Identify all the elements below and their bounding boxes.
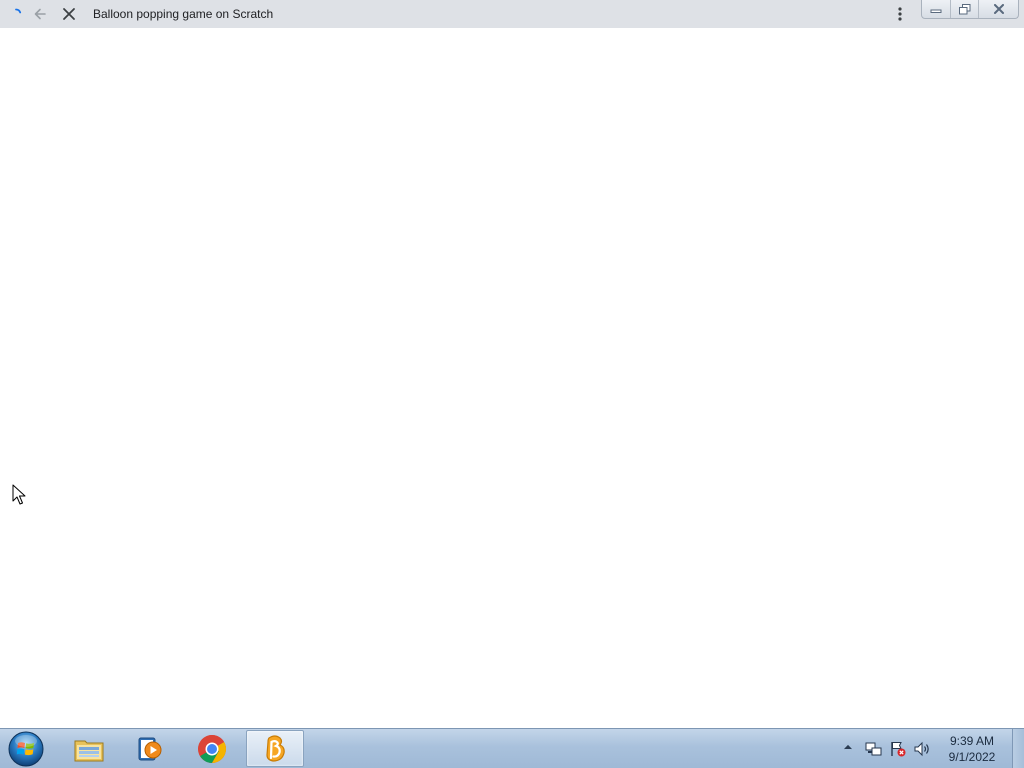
chrome-icon [198, 734, 226, 763]
network-icon [865, 742, 882, 756]
close-x-icon [63, 8, 75, 20]
network-tray-icon[interactable] [865, 740, 883, 758]
taskbar-chrome-button[interactable] [183, 730, 241, 767]
media-player-icon [138, 737, 162, 760]
minimize-icon [930, 9, 942, 13]
speaker-icon [914, 741, 929, 757]
volume-tray-icon[interactable] [913, 740, 931, 758]
scratch-icon [266, 734, 285, 762]
show-hidden-icons-button[interactable] [843, 742, 853, 752]
start-button[interactable] [6, 730, 46, 768]
close-icon [993, 4, 1004, 14]
close-window-button[interactable] [978, 0, 1018, 18]
arrow-left-icon [34, 8, 46, 20]
page-title: Balloon popping game on Scratch [93, 7, 274, 21]
web-content-area[interactable] [0, 28, 1024, 728]
action-center-tray-icon[interactable] [889, 740, 907, 758]
action-center-flag-icon [891, 742, 906, 757]
minimize-button[interactable] [922, 0, 950, 18]
clock-date: 9/1/2022 [948, 750, 996, 764]
loading-spinner-icon [6, 0, 26, 28]
app-title-bar: Balloon popping game on Scratch [0, 0, 1024, 28]
taskbar-explorer-button[interactable] [60, 730, 118, 767]
taskbar-media-player-button[interactable] [120, 730, 178, 767]
windows-orb-icon [8, 731, 44, 767]
desktop-screen: Balloon popping game on Scratch 9:39 AM … [0, 0, 1024, 768]
clock-time: 9:39 AM [949, 734, 995, 748]
taskbar: 9:39 AM 9/1/2022 [0, 728, 1024, 768]
stop-loading-button[interactable] [57, 0, 81, 28]
back-button[interactable] [28, 0, 52, 28]
vertical-dots-icon [898, 7, 902, 21]
folder-icon [74, 740, 104, 761]
restore-icon [958, 3, 970, 14]
mouse-pointer-icon [12, 484, 26, 505]
system-clock[interactable]: 9:39 AM 9/1/2022 [940, 733, 1004, 765]
browser-menu-button[interactable] [888, 0, 912, 28]
show-desktop-button[interactable] [1012, 729, 1024, 768]
window-controls [921, 0, 1019, 19]
restore-button[interactable] [950, 0, 978, 18]
taskbar-scratch-button[interactable] [246, 730, 304, 767]
